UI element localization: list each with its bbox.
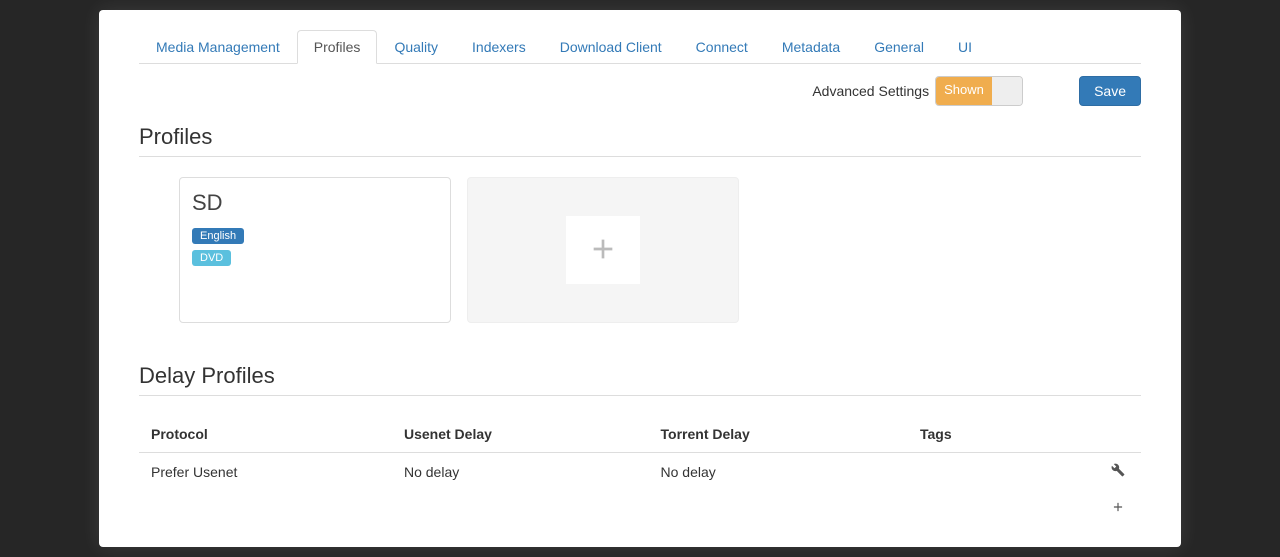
wrench-icon[interactable] bbox=[1107, 460, 1129, 484]
language-badge: English bbox=[192, 228, 244, 244]
toggle-off-blank bbox=[992, 77, 1022, 105]
divider bbox=[139, 395, 1141, 396]
cell-protocol: Prefer Usenet bbox=[139, 453, 392, 491]
settings-tabs: Media Management Profiles Quality Indexe… bbox=[139, 30, 1141, 64]
tab-general[interactable]: General bbox=[857, 30, 941, 64]
delay-profiles-table: Protocol Usenet Delay Torrent Delay Tags… bbox=[139, 416, 1141, 527]
table-add-row bbox=[139, 490, 1141, 527]
cell-tags bbox=[908, 453, 1036, 491]
advanced-settings-label: Advanced Settings bbox=[812, 83, 929, 99]
tab-metadata[interactable]: Metadata bbox=[765, 30, 857, 64]
col-actions bbox=[1036, 416, 1141, 453]
save-button[interactable]: Save bbox=[1079, 76, 1141, 106]
tab-indexers[interactable]: Indexers bbox=[455, 30, 543, 64]
advanced-settings-toggle[interactable]: Shown bbox=[935, 76, 1023, 106]
delay-profiles-section-title: Delay Profiles bbox=[139, 363, 1141, 389]
tab-profiles[interactable]: Profiles bbox=[297, 30, 378, 64]
table-header-row: Protocol Usenet Delay Torrent Delay Tags bbox=[139, 416, 1141, 453]
tab-connect[interactable]: Connect bbox=[679, 30, 765, 64]
quality-badge: DVD bbox=[192, 250, 231, 266]
cell-usenet-delay: No delay bbox=[392, 453, 649, 491]
profile-card-name: SD bbox=[192, 190, 438, 216]
plus-icon[interactable] bbox=[1107, 497, 1129, 521]
action-row: Advanced Settings Shown Save bbox=[139, 76, 1141, 106]
tab-ui[interactable]: UI bbox=[941, 30, 989, 64]
cell-torrent-delay: No delay bbox=[649, 453, 908, 491]
table-row: Prefer Usenet No delay No delay bbox=[139, 453, 1141, 491]
tab-quality[interactable]: Quality bbox=[377, 30, 455, 64]
settings-panel: Media Management Profiles Quality Indexe… bbox=[99, 10, 1181, 547]
tab-media-management[interactable]: Media Management bbox=[139, 30, 297, 64]
add-inner-box bbox=[566, 216, 640, 284]
col-protocol: Protocol bbox=[139, 416, 392, 453]
col-usenet-delay: Usenet Delay bbox=[392, 416, 649, 453]
profiles-section-title: Profiles bbox=[139, 124, 1141, 150]
col-torrent-delay: Torrent Delay bbox=[649, 416, 908, 453]
add-profile-card[interactable] bbox=[467, 177, 739, 323]
toggle-on-label: Shown bbox=[936, 77, 992, 105]
divider bbox=[139, 156, 1141, 157]
plus-icon bbox=[587, 233, 619, 268]
tab-download-client[interactable]: Download Client bbox=[543, 30, 679, 64]
profiles-cards-row: SD English DVD bbox=[179, 177, 1141, 323]
profile-card-sd[interactable]: SD English DVD bbox=[179, 177, 451, 323]
col-tags: Tags bbox=[908, 416, 1036, 453]
